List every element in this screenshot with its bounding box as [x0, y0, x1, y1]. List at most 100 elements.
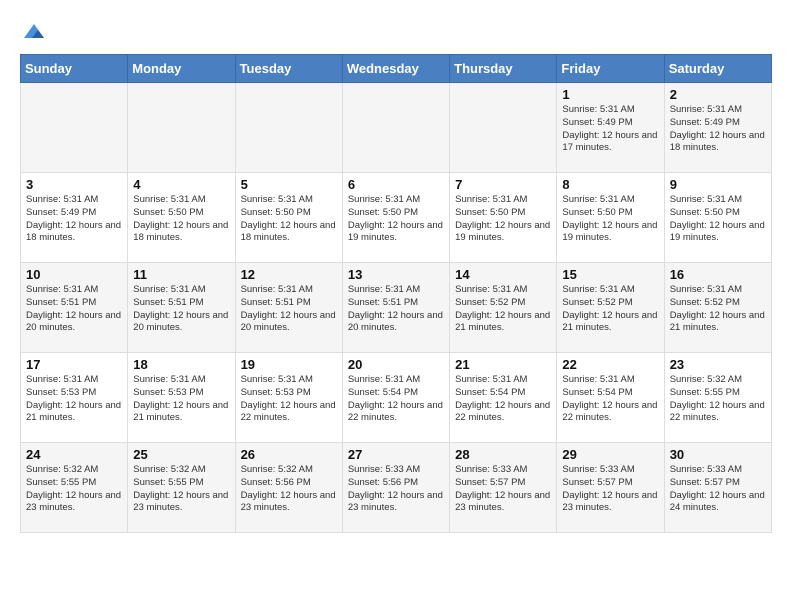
day-number: 11	[133, 267, 229, 282]
day-number: 27	[348, 447, 444, 462]
calendar-cell	[450, 83, 557, 173]
day-number: 26	[241, 447, 337, 462]
day-info: Sunrise: 5:31 AM Sunset: 5:49 PM Dayligh…	[26, 194, 122, 245]
day-number: 23	[670, 357, 766, 372]
day-number: 17	[26, 357, 122, 372]
day-number: 20	[348, 357, 444, 372]
calendar-week-4: 17 Sunrise: 5:31 AM Sunset: 5:53 PM Dayli…	[21, 353, 772, 443]
calendar-cell: 28 Sunrise: 5:33 AM Sunset: 5:57 PM Dayli…	[450, 443, 557, 533]
day-number: 5	[241, 177, 337, 192]
logo-icon	[22, 20, 46, 44]
calendar-week-2: 3 Sunrise: 5:31 AM Sunset: 5:49 PM Daylig…	[21, 173, 772, 263]
calendar-cell: 29 Sunrise: 5:33 AM Sunset: 5:57 PM Dayli…	[557, 443, 664, 533]
day-info: Sunrise: 5:33 AM Sunset: 5:57 PM Dayligh…	[455, 464, 551, 515]
calendar-cell: 20 Sunrise: 5:31 AM Sunset: 5:54 PM Dayli…	[342, 353, 449, 443]
calendar-cell: 19Sunrise: 5:31 AM Sunset: 5:53 PM Dayli…	[235, 353, 342, 443]
calendar-cell: 5 Sunrise: 5:31 AM Sunset: 5:50 PM Daylig…	[235, 173, 342, 263]
calendar-cell: 13 Sunrise: 5:31 AM Sunset: 5:51 PM Dayli…	[342, 263, 449, 353]
day-info: Sunrise: 5:31 AM Sunset: 5:49 PM Dayligh…	[562, 104, 658, 155]
calendar-cell: 12Sunrise: 5:31 AM Sunset: 5:51 PM Dayli…	[235, 263, 342, 353]
weekday-header-thursday: Thursday	[450, 55, 557, 83]
day-info: Sunrise: 5:32 AM Sunset: 5:55 PM Dayligh…	[26, 464, 122, 515]
weekday-header-sunday: Sunday	[21, 55, 128, 83]
calendar-cell: 1 Sunrise: 5:31 AM Sunset: 5:49 PM Daylig…	[557, 83, 664, 173]
day-number: 4	[133, 177, 229, 192]
day-number: 18	[133, 357, 229, 372]
day-info: Sunrise: 5:31 AM Sunset: 5:49 PM Dayligh…	[670, 104, 766, 155]
weekday-header-tuesday: Tuesday	[235, 55, 342, 83]
calendar-cell: 10 Sunrise: 5:31 AM Sunset: 5:51 PM Dayli…	[21, 263, 128, 353]
calendar-header-row: SundayMondayTuesdayWednesdayThursdayFrid…	[21, 55, 772, 83]
weekday-header-friday: Friday	[557, 55, 664, 83]
day-info: Sunrise: 5:33 AM Sunset: 5:56 PM Dayligh…	[348, 464, 444, 515]
day-number: 21	[455, 357, 551, 372]
calendar-cell	[342, 83, 449, 173]
calendar-cell: 7Sunrise: 5:31 AM Sunset: 5:50 PM Daylig…	[450, 173, 557, 263]
day-number: 13	[348, 267, 444, 282]
day-info: Sunrise: 5:31 AM Sunset: 5:54 PM Dayligh…	[562, 374, 658, 425]
calendar-week-5: 24 Sunrise: 5:32 AM Sunset: 5:55 PM Dayli…	[21, 443, 772, 533]
calendar-cell: 6 Sunrise: 5:31 AM Sunset: 5:50 PM Daylig…	[342, 173, 449, 263]
calendar-cell: 4 Sunrise: 5:31 AM Sunset: 5:50 PM Daylig…	[128, 173, 235, 263]
day-number: 2	[670, 87, 766, 102]
day-number: 24	[26, 447, 122, 462]
day-number: 15	[562, 267, 658, 282]
calendar-cell: 21 Sunrise: 5:31 AM Sunset: 5:54 PM Dayli…	[450, 353, 557, 443]
calendar-cell: 25 Sunrise: 5:32 AM Sunset: 5:55 PM Dayli…	[128, 443, 235, 533]
calendar-week-3: 10 Sunrise: 5:31 AM Sunset: 5:51 PM Dayli…	[21, 263, 772, 353]
day-info: Sunrise: 5:31 AM Sunset: 5:53 PM Dayligh…	[26, 374, 122, 425]
day-info: Sunrise: 5:31 AM Sunset: 5:52 PM Dayligh…	[455, 284, 551, 335]
day-number: 7	[455, 177, 551, 192]
day-info: Sunrise: 5:31 AM Sunset: 5:50 PM Dayligh…	[562, 194, 658, 245]
day-info: Sunrise: 5:31 AM Sunset: 5:50 PM Dayligh…	[241, 194, 337, 245]
calendar-cell: 17 Sunrise: 5:31 AM Sunset: 5:53 PM Dayli…	[21, 353, 128, 443]
day-number: 28	[455, 447, 551, 462]
day-number: 25	[133, 447, 229, 462]
calendar-cell	[128, 83, 235, 173]
day-info: Sunrise: 5:31 AM Sunset: 5:50 PM Dayligh…	[133, 194, 229, 245]
logo	[20, 20, 46, 44]
day-info: Sunrise: 5:31 AM Sunset: 5:51 PM Dayligh…	[26, 284, 122, 335]
calendar-cell: 14Sunrise: 5:31 AM Sunset: 5:52 PM Dayli…	[450, 263, 557, 353]
day-number: 30	[670, 447, 766, 462]
calendar-body: 1 Sunrise: 5:31 AM Sunset: 5:49 PM Daylig…	[21, 83, 772, 533]
day-info: Sunrise: 5:31 AM Sunset: 5:51 PM Dayligh…	[348, 284, 444, 335]
day-number: 29	[562, 447, 658, 462]
day-info: Sunrise: 5:31 AM Sunset: 5:50 PM Dayligh…	[348, 194, 444, 245]
calendar-cell: 3 Sunrise: 5:31 AM Sunset: 5:49 PM Daylig…	[21, 173, 128, 263]
calendar-cell: 27 Sunrise: 5:33 AM Sunset: 5:56 PM Dayli…	[342, 443, 449, 533]
day-info: Sunrise: 5:31 AM Sunset: 5:51 PM Dayligh…	[241, 284, 337, 335]
calendar-table: SundayMondayTuesdayWednesdayThursdayFrid…	[20, 54, 772, 533]
day-number: 9	[670, 177, 766, 192]
day-number: 22	[562, 357, 658, 372]
calendar-cell: 18 Sunrise: 5:31 AM Sunset: 5:53 PM Dayli…	[128, 353, 235, 443]
day-number: 19	[241, 357, 337, 372]
calendar-cell	[21, 83, 128, 173]
weekday-header-wednesday: Wednesday	[342, 55, 449, 83]
day-info: Sunrise: 5:31 AM Sunset: 5:54 PM Dayligh…	[455, 374, 551, 425]
day-info: Sunrise: 5:31 AM Sunset: 5:51 PM Dayligh…	[133, 284, 229, 335]
day-info: Sunrise: 5:33 AM Sunset: 5:57 PM Dayligh…	[562, 464, 658, 515]
day-info: Sunrise: 5:31 AM Sunset: 5:52 PM Dayligh…	[670, 284, 766, 335]
day-info: Sunrise: 5:31 AM Sunset: 5:50 PM Dayligh…	[670, 194, 766, 245]
page-header	[20, 20, 772, 44]
day-info: Sunrise: 5:32 AM Sunset: 5:55 PM Dayligh…	[670, 374, 766, 425]
day-number: 6	[348, 177, 444, 192]
day-info: Sunrise: 5:32 AM Sunset: 5:55 PM Dayligh…	[133, 464, 229, 515]
day-info: Sunrise: 5:31 AM Sunset: 5:52 PM Dayligh…	[562, 284, 658, 335]
day-number: 8	[562, 177, 658, 192]
calendar-cell: 11 Sunrise: 5:31 AM Sunset: 5:51 PM Dayli…	[128, 263, 235, 353]
calendar-cell: 15 Sunrise: 5:31 AM Sunset: 5:52 PM Dayli…	[557, 263, 664, 353]
calendar-week-1: 1 Sunrise: 5:31 AM Sunset: 5:49 PM Daylig…	[21, 83, 772, 173]
calendar-cell: 2 Sunrise: 5:31 AM Sunset: 5:49 PM Daylig…	[664, 83, 771, 173]
calendar-cell: 16Sunrise: 5:31 AM Sunset: 5:52 PM Dayli…	[664, 263, 771, 353]
day-info: Sunrise: 5:31 AM Sunset: 5:53 PM Dayligh…	[133, 374, 229, 425]
day-number: 3	[26, 177, 122, 192]
calendar-cell	[235, 83, 342, 173]
day-number: 10	[26, 267, 122, 282]
day-info: Sunrise: 5:31 AM Sunset: 5:54 PM Dayligh…	[348, 374, 444, 425]
calendar-cell: 30Sunrise: 5:33 AM Sunset: 5:57 PM Dayli…	[664, 443, 771, 533]
weekday-header-monday: Monday	[128, 55, 235, 83]
day-number: 1	[562, 87, 658, 102]
calendar-cell: 23 Sunrise: 5:32 AM Sunset: 5:55 PM Dayli…	[664, 353, 771, 443]
